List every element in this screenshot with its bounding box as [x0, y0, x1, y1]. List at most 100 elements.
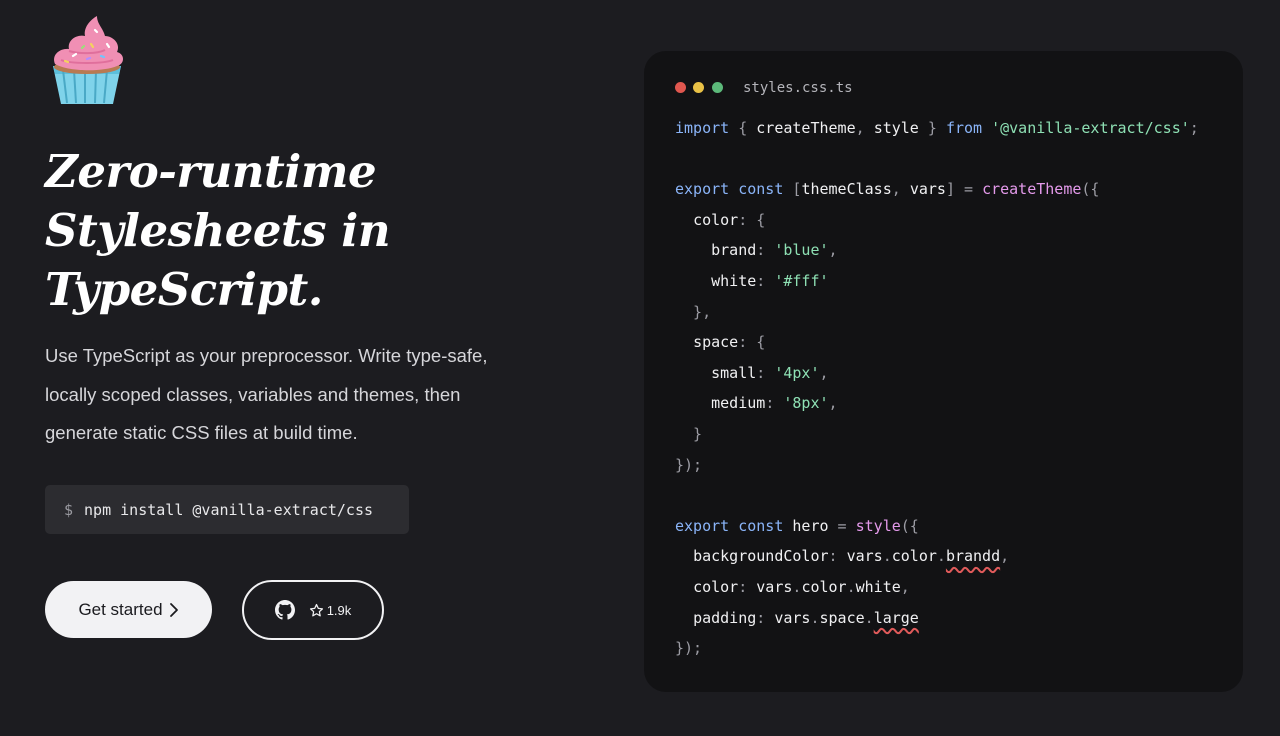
- code-token: '8px': [783, 394, 829, 413]
- code-token: vars: [909, 180, 946, 199]
- headline-line: TypeScript.: [45, 263, 323, 316]
- code-token: '@vanilla-extract/css': [991, 119, 1190, 137]
- code-token: ({: [1081, 180, 1100, 199]
- install-command-box[interactable]: $ npm install @vanilla-extract/css: [45, 485, 409, 534]
- star-count: 1.9k: [326, 602, 352, 618]
- code-token: ;: [1189, 119, 1199, 137]
- code-token: color: [693, 577, 739, 596]
- code-token: =: [828, 516, 856, 535]
- code-token: export: [675, 180, 730, 199]
- code-token: ,: [828, 241, 838, 260]
- code-token: [: [783, 180, 802, 199]
- maximize-window-dot: [712, 82, 723, 93]
- code-token: import: [675, 119, 730, 137]
- code-token: style: [873, 119, 919, 137]
- code-error-token: brandd: [945, 547, 1001, 566]
- code-token: ({: [900, 516, 919, 535]
- code-line: export const hero = style({: [675, 511, 1199, 542]
- code-token: white: [711, 271, 757, 290]
- code-token: vars: [846, 547, 883, 566]
- cupcake-icon: [47, 14, 127, 106]
- code-token: ,: [828, 394, 838, 413]
- install-command[interactable]: npm install @vanilla-extract/css: [84, 501, 373, 519]
- code-token: :: [765, 394, 784, 413]
- code-error-token: large: [873, 608, 919, 627]
- code-line: padding: vars.space.large: [675, 603, 1199, 634]
- code-token: space: [819, 608, 865, 627]
- code-block: import { createTheme, style } from '@van…: [675, 113, 1199, 664]
- code-token: }: [918, 119, 946, 137]
- code-line: space: {: [675, 327, 1199, 358]
- code-token: :: [756, 363, 775, 382]
- code-token: hero: [792, 516, 829, 535]
- page-title: Zero-runtime Stylesheets in TypeScript.: [45, 142, 565, 319]
- code-token: ,: [1000, 547, 1010, 566]
- code-token: brand: [711, 241, 757, 260]
- code-token: :: [756, 608, 775, 627]
- close-window-dot: [675, 82, 686, 93]
- code-line: brand: 'blue',: [675, 235, 1199, 266]
- code-token: from: [945, 119, 983, 137]
- star-icon: [309, 603, 324, 618]
- github-button[interactable]: 1.9k: [242, 580, 384, 640]
- minimize-window-dot: [693, 82, 704, 93]
- code-token: color: [801, 577, 847, 596]
- code-token: medium: [711, 394, 766, 413]
- code-token: themeClass: [801, 180, 892, 199]
- code-token: color: [891, 547, 937, 566]
- code-token: {: [729, 119, 757, 137]
- code-token: backgroundColor: [693, 547, 829, 566]
- code-token: padding: [693, 608, 757, 627]
- code-token: white: [855, 577, 901, 596]
- code-line: backgroundColor: vars.color.brandd,: [675, 541, 1199, 572]
- code-token: }: [675, 424, 703, 443]
- code-token: '4px': [774, 363, 820, 382]
- github-icon: [274, 600, 295, 620]
- code-line: },: [675, 297, 1199, 328]
- code-token: createTheme: [756, 119, 856, 137]
- code-token: : {: [738, 210, 766, 229]
- tagline-line: locally scoped classes, variables and th…: [45, 383, 461, 405]
- code-token: vars: [756, 577, 793, 596]
- code-token: .: [864, 608, 874, 627]
- code-token: ,: [891, 180, 910, 199]
- get-started-button[interactable]: Get started: [45, 581, 212, 638]
- code-token: ,: [819, 363, 829, 382]
- code-token: });: [675, 455, 703, 474]
- code-token: style: [855, 516, 901, 535]
- code-token: ,: [900, 577, 910, 596]
- code-token: const: [738, 180, 784, 199]
- code-token: :: [828, 547, 847, 566]
- code-token: :: [756, 241, 775, 260]
- code-token: : {: [738, 333, 766, 352]
- code-filename: styles.css.ts: [743, 80, 853, 96]
- code-line: color: {: [675, 205, 1199, 236]
- code-line: });: [675, 450, 1199, 481]
- code-line: color: vars.color.white,: [675, 572, 1199, 603]
- code-token: 'blue': [774, 241, 829, 260]
- code-line: }: [675, 419, 1199, 450]
- tagline-line: Use TypeScript as your preprocessor. Wri…: [45, 345, 488, 366]
- code-token: space: [693, 333, 739, 352]
- tagline-line: generate static CSS files at build time.: [45, 422, 358, 443]
- code-token: });: [675, 639, 703, 658]
- code-token: :: [738, 577, 757, 596]
- code-token: '#fff': [774, 271, 829, 290]
- code-token: :: [756, 271, 775, 290]
- code-line: white: '#fff': [675, 266, 1199, 297]
- get-started-label: Get started: [78, 599, 163, 619]
- code-line: medium: '8px',: [675, 388, 1199, 419]
- code-token: .: [810, 608, 820, 627]
- code-line: small: '4px',: [675, 358, 1199, 389]
- code-token: small: [711, 363, 757, 382]
- shell-prompt: $: [64, 500, 74, 519]
